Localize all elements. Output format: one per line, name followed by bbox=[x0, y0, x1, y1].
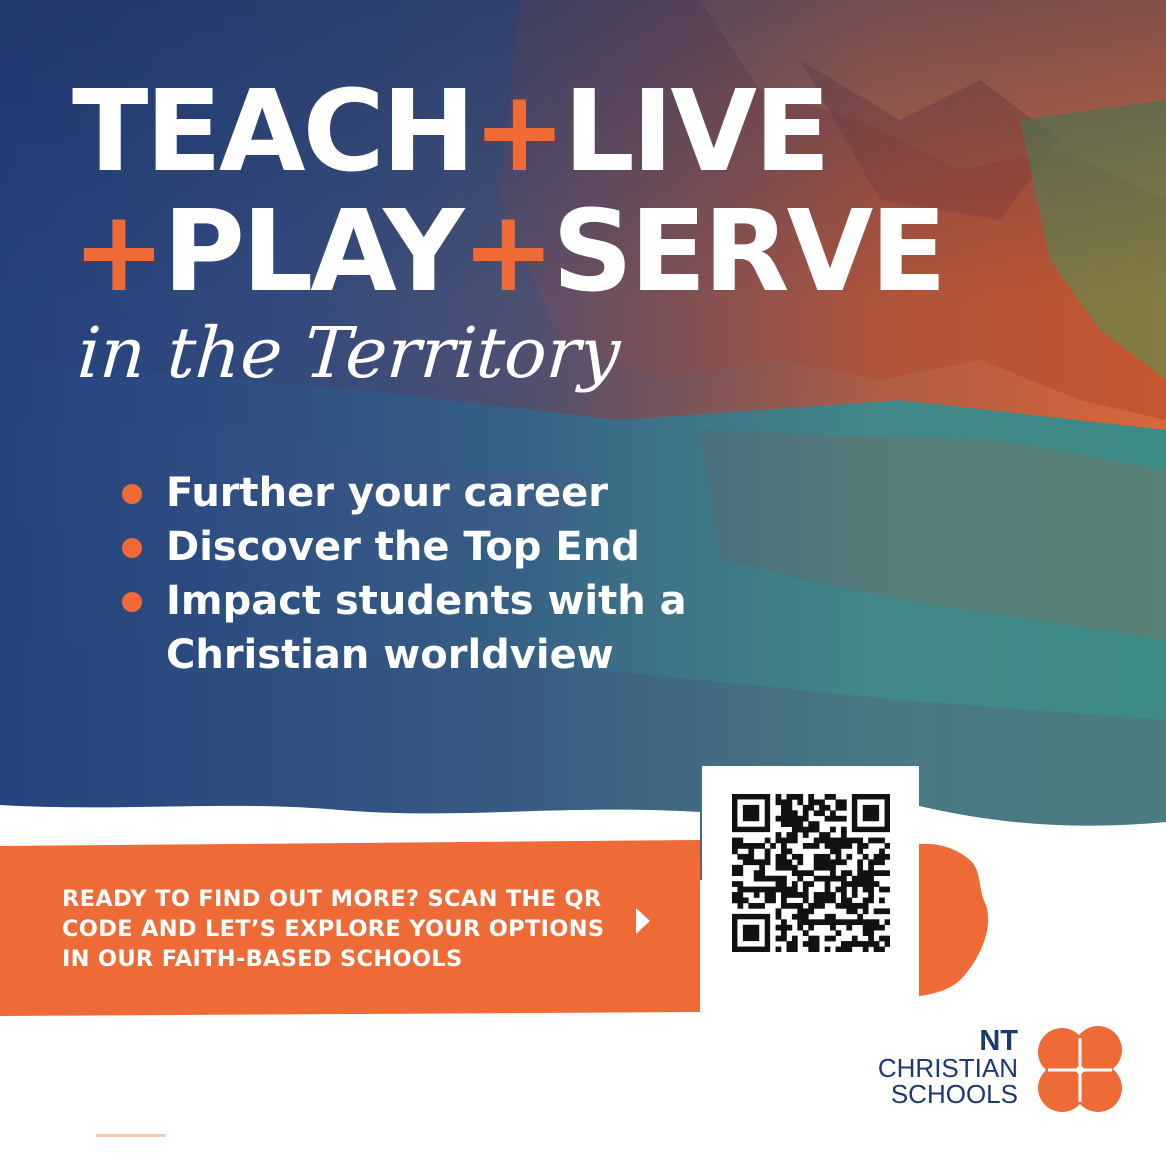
headline-line-2: +PLAY+SERVE bbox=[72, 196, 947, 308]
bullet-dot-icon bbox=[122, 592, 142, 612]
cta-text: READY TO FIND OUT MORE? SCAN THE QR CODE… bbox=[62, 884, 622, 974]
cta-line: CODE AND LET’S EXPLORE YOUR OPTIONS bbox=[62, 916, 605, 942]
benefit-text: Discover the Top End bbox=[166, 524, 640, 570]
qr-code-card[interactable] bbox=[702, 766, 919, 983]
benefit-item: Further your career bbox=[120, 466, 740, 520]
four-petal-flower-icon bbox=[1038, 1026, 1122, 1112]
bullet-dot-icon bbox=[122, 538, 142, 558]
cta-line: IN OUR FAITH-BASED SCHOOLS bbox=[62, 946, 463, 972]
benefit-text: Impact students with a Christian worldvi… bbox=[166, 578, 687, 678]
headline-play: PLAY bbox=[162, 187, 465, 317]
headline-plus: + bbox=[472, 67, 567, 197]
qr-code-icon bbox=[732, 794, 890, 952]
headline-serve: SERVE bbox=[552, 187, 947, 317]
nt-christian-schools-logo: NT CHRISTIAN SCHOOLS bbox=[860, 1026, 1160, 1126]
headline-plus: + bbox=[461, 187, 555, 317]
benefits-list: Further your career Discover the Top End… bbox=[120, 466, 740, 682]
tagline: in the Territory bbox=[75, 312, 623, 394]
headline-line-1: TEACH+LIVE bbox=[72, 76, 831, 188]
cta-line: READY TO FIND OUT MORE? SCAN THE QR bbox=[62, 886, 602, 912]
headline-teach: TEACH bbox=[72, 67, 476, 197]
bullet-dot-icon bbox=[122, 484, 142, 504]
brand-line-nt: NT bbox=[979, 1025, 1018, 1057]
triangle-right-icon bbox=[636, 908, 650, 934]
benefit-item: Discover the Top End bbox=[120, 520, 740, 574]
headline-live: LIVE bbox=[563, 67, 830, 197]
benefit-item: Impact students with a Christian worldvi… bbox=[120, 574, 740, 682]
brand-line-schools: SCHOOLS bbox=[890, 1079, 1018, 1109]
headline-plus: + bbox=[72, 187, 166, 317]
brand-line-christian: CHRISTIAN bbox=[877, 1053, 1018, 1083]
benefit-text: Further your career bbox=[166, 470, 609, 516]
